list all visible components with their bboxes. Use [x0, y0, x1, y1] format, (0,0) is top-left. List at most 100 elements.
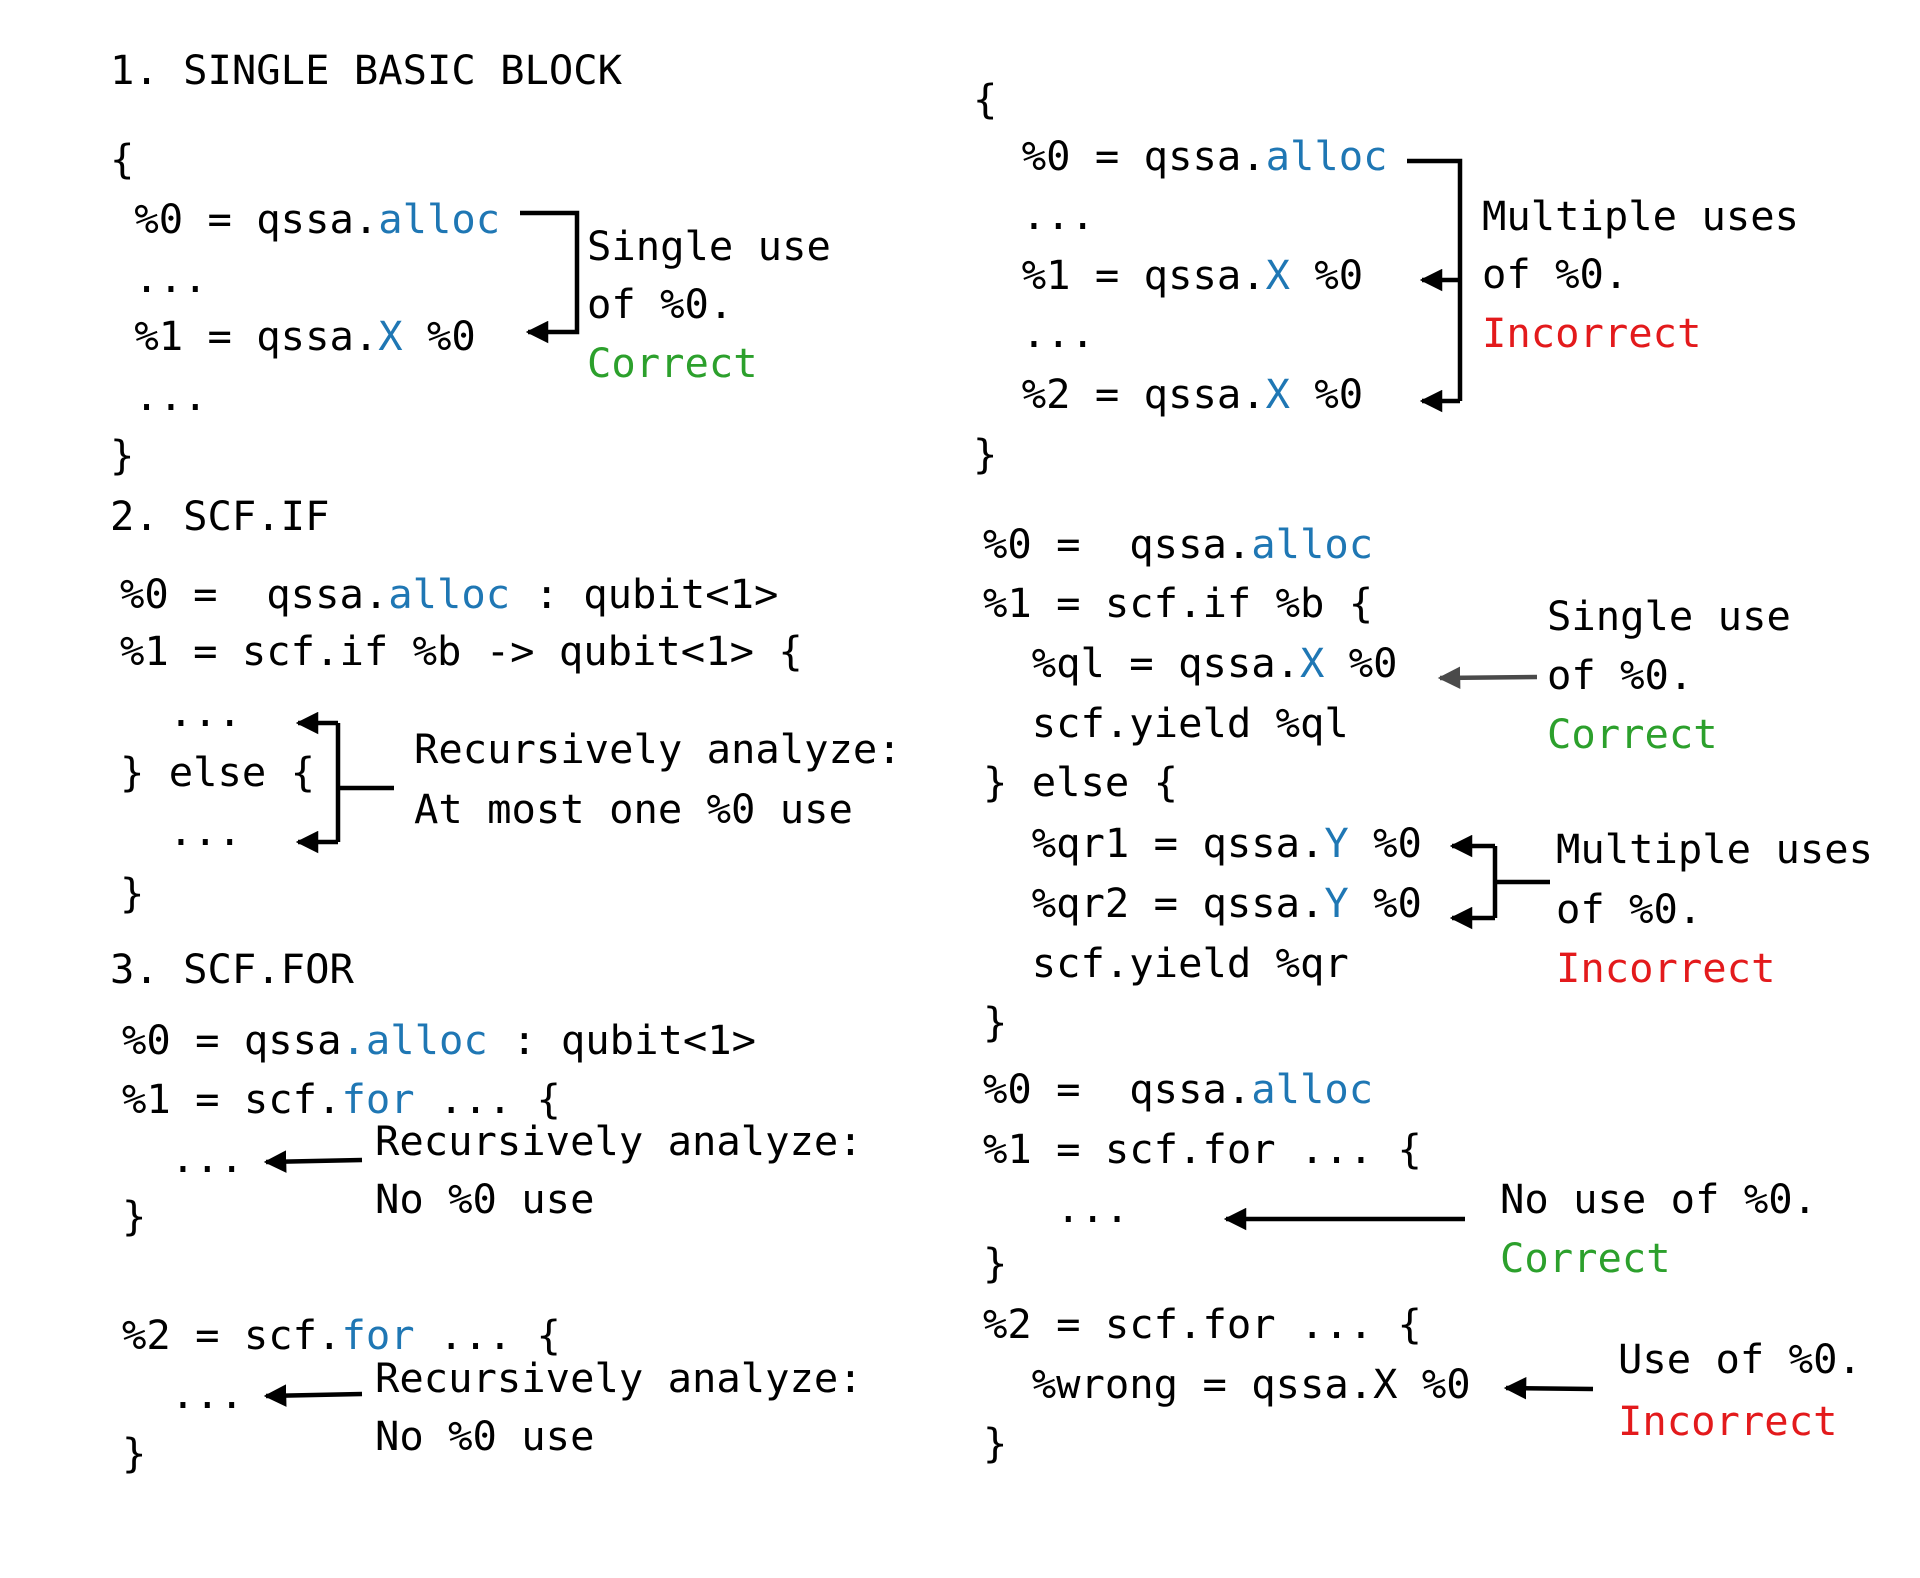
annotation-line: Recursively analyze:: [375, 1354, 863, 1402]
code-line: ...: [973, 309, 1095, 357]
bracket-arrow-single-use: [520, 210, 580, 344]
text-token: %0: [403, 312, 476, 360]
verdict-incorrect: Incorrect: [1618, 1397, 1837, 1445]
text-token: ...: [973, 309, 1095, 357]
code-line: }: [973, 430, 997, 478]
code-line: {: [973, 75, 997, 123]
code-block-single-use: { %0 = qssa.alloc ... %1 = qssa.X %0 ...…: [110, 135, 500, 479]
text-token: %0 = qssa.: [973, 132, 1266, 180]
keyword-token: Y: [1324, 819, 1348, 867]
text-token: %qr1 = qssa.: [983, 819, 1324, 867]
text-token: : qubit<1>: [488, 1016, 756, 1064]
keyword-token: X: [378, 312, 402, 360]
annotation-scf-for-rule-1: Recursively analyze: No %0 use: [375, 1117, 863, 1223]
text-token: Multiple uses: [1482, 192, 1799, 240]
annotation-line: of %0.: [1482, 250, 1628, 298]
annotation-verdict-incorrect: Incorrect: [1618, 1397, 1837, 1445]
annotation-line: of %0.: [1547, 651, 1693, 699]
text-token: }: [122, 1192, 146, 1240]
keyword-token: alloc: [1266, 132, 1388, 180]
text-token: %2 = scf.: [122, 1311, 341, 1359]
text-token: ...: [120, 688, 242, 736]
text-token: ... {: [415, 1075, 561, 1123]
text-token: }: [973, 430, 997, 478]
text-token: %1 = scf.if %b -> qubit<1> {: [120, 627, 803, 675]
text-token: }: [983, 998, 1007, 1046]
text-token: No use of %0.: [1500, 1175, 1817, 1223]
code-line: }: [983, 1239, 1007, 1287]
text-token: } else {: [983, 758, 1178, 806]
code-block-scf-if-example: %0 = qssa.alloc %1 = scf.if %b { %ql = q…: [983, 520, 1422, 1046]
code-line: %1 = qssa.X %0: [110, 312, 476, 360]
annotation-line: Recursively analyze:: [414, 725, 902, 773]
text-token: ...: [120, 807, 242, 855]
code-block-scf-for-rule: %0 = qssa.alloc : qubit<1> %1 = scf.for …: [122, 1016, 756, 1477]
code-line: ...: [973, 191, 1095, 239]
verdict-incorrect: Incorrect: [1556, 944, 1775, 992]
text-token: Use of %0.: [1618, 1335, 1862, 1383]
code-line: %1 = scf.if %b {: [983, 579, 1373, 627]
code-block-multiple-uses: { %0 = qssa.alloc ... %1 = qssa.X %0 ...…: [973, 75, 1388, 478]
verdict-incorrect: Incorrect: [1482, 309, 1701, 357]
text-token: %0 = qssa.: [110, 195, 378, 243]
code-line: %1 = scf.if %b -> qubit<1> {: [120, 627, 803, 675]
code-line: %2 = qssa.X %0: [973, 370, 1363, 418]
text-token: ... {: [415, 1311, 561, 1359]
text-token: of %0.: [1547, 651, 1693, 699]
text-token: %2 = qssa.: [973, 370, 1266, 418]
text-token: %2 = scf.for ... {: [983, 1300, 1422, 1348]
text-token: ...: [110, 372, 208, 420]
text-token: }: [983, 1419, 1007, 1467]
annotation-verdict-correct: Correct: [587, 339, 758, 387]
code-line: %ql = qssa.X %0: [983, 639, 1398, 687]
code-line: scf.yield %ql: [983, 699, 1349, 747]
code-line: scf.yield %qr: [983, 939, 1349, 987]
keyword-token: for: [341, 1311, 414, 1359]
code-line: %0 = qssa.alloc: [973, 132, 1388, 180]
code-line: %0 = qssa.alloc : qubit<1>: [122, 1016, 756, 1064]
text-token: ...: [973, 191, 1095, 239]
code-line: ...: [983, 1184, 1129, 1232]
code-line: ...: [120, 807, 242, 855]
bracket-arrow-scf-if-multiple: [1449, 834, 1550, 930]
text-token: %ql = qssa.: [983, 639, 1300, 687]
text-token: ...: [983, 1184, 1129, 1232]
annotation-line: No %0 use: [375, 1412, 594, 1460]
text-token: }: [983, 1239, 1007, 1287]
text-token: }: [110, 431, 134, 479]
keyword-token: alloc: [1251, 1065, 1373, 1113]
text-token: %0: [1290, 370, 1363, 418]
annotation-line: At most one %0 use: [414, 785, 853, 833]
annotation-line: of %0.: [1556, 885, 1702, 933]
code-line: }: [983, 1419, 1007, 1467]
keyword-token: Y: [1324, 879, 1348, 927]
annotation-line: Use of %0.: [1618, 1335, 1862, 1383]
code-line: %1 = scf.for ... {: [122, 1075, 561, 1123]
text-token: Single use: [587, 222, 831, 270]
text-token: Recursively analyze:: [375, 1354, 863, 1402]
annotation-verdict-correct: Correct: [1500, 1234, 1671, 1282]
annotation-line: Multiple uses: [1482, 192, 1799, 240]
text-token: %0: [1349, 819, 1422, 867]
code-line: } else {: [120, 748, 315, 796]
arrow-left-icon: [1503, 1376, 1594, 1400]
bracket-arrow-icon: [520, 210, 580, 344]
text-token: {: [110, 135, 134, 183]
text-token: %1 = qssa.: [973, 251, 1266, 299]
code-line: }: [122, 1429, 146, 1477]
code-line: %wrong = qssa.X %0: [983, 1360, 1471, 1408]
code-line: %qr1 = qssa.Y %0: [983, 819, 1422, 867]
code-line: ...: [110, 254, 208, 302]
keyword-token: alloc: [1251, 520, 1373, 568]
annotation-verdict-incorrect: Incorrect: [1556, 944, 1775, 992]
text-token: scf.yield %qr: [983, 939, 1349, 987]
text-token: of %0.: [1556, 885, 1702, 933]
annotation-line: Multiple uses: [1556, 825, 1873, 873]
code-line: }: [110, 431, 134, 479]
code-block-scf-for-example: %0 = qssa.alloc %1 = scf.for ... { ... }…: [983, 1065, 1471, 1467]
code-line: {: [110, 135, 134, 183]
text-token: of %0.: [1482, 250, 1628, 298]
annotation-line: Single use: [587, 222, 831, 270]
annotation-line: No use of %0.: [1500, 1175, 1817, 1223]
verdict-correct: Correct: [587, 339, 758, 387]
